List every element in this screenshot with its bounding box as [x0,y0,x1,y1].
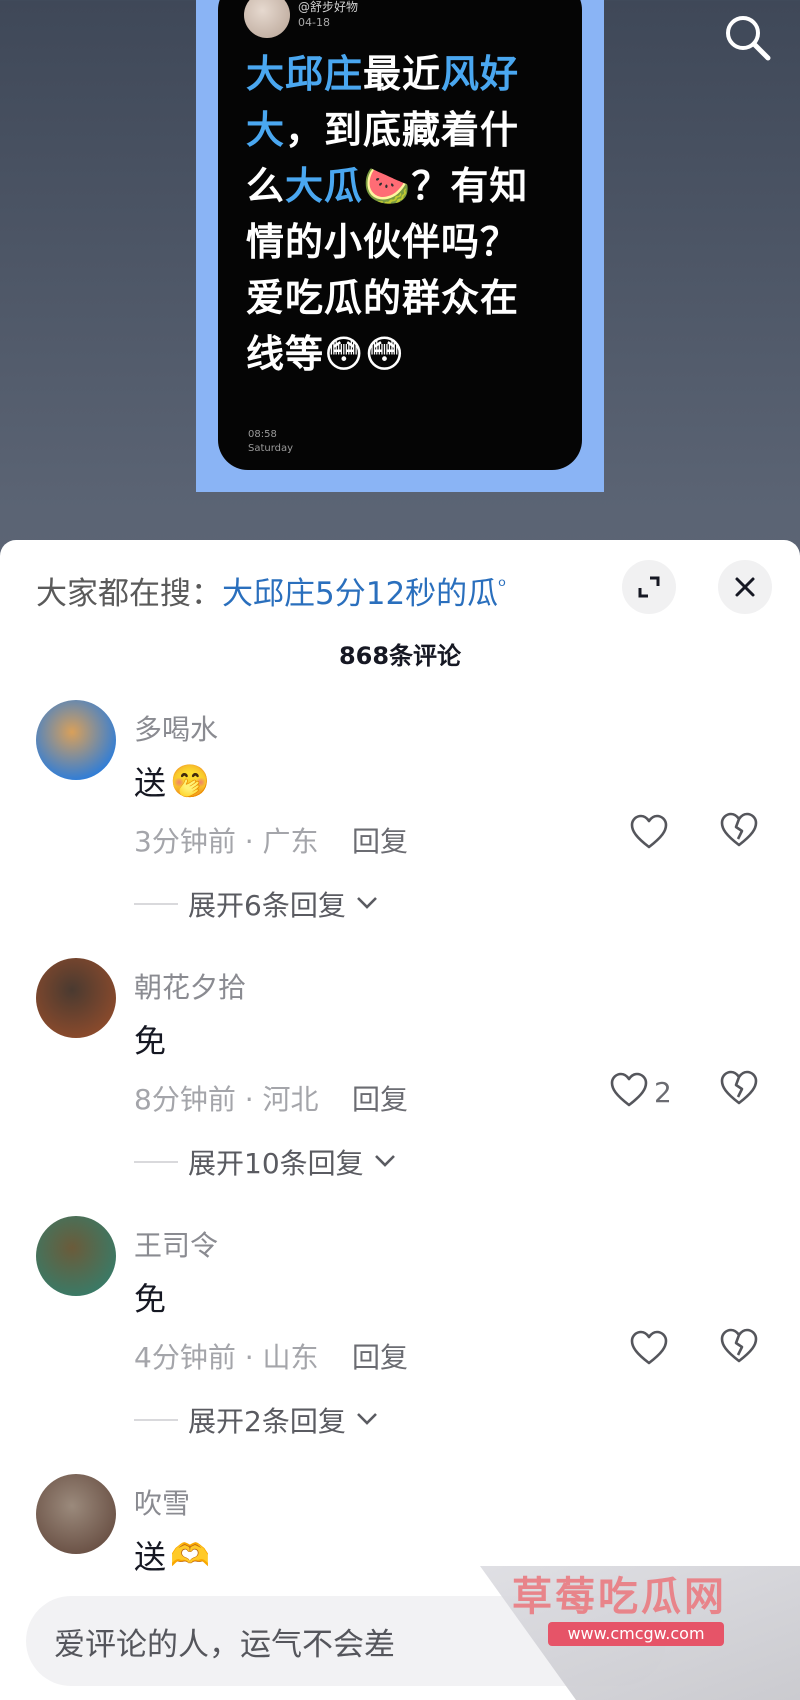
comment-text-body: 免 [134,1280,167,1318]
commenter-name[interactable]: 朝花夕拾 [134,966,246,1006]
comment-item: 朝花夕拾免 8分钟前 · 河北 回复 2 展开10条回复 [0,958,800,1216]
comment-text: 免 [134,1016,166,1062]
like-count: 2 [654,1075,672,1109]
post-text-segment: 最近 [363,52,442,96]
post-clock: 08:58 [248,429,277,440]
comment-meta: 3分钟前 · 广东 [134,825,319,858]
heart-icon [630,1330,668,1370]
commenter-avatar[interactable] [36,1474,116,1554]
comment-emoji: 🫶 [170,1536,210,1574]
broken-heart-icon [720,1070,758,1110]
comment-item: 王司令免 4分钟前 · 山东 回复 展开2条回复 [0,1216,800,1474]
comment-emoji: 🤭 [170,762,210,800]
commenter-name[interactable]: 吹雪 [134,1482,190,1522]
hot-search-magnifier-icon: ᵒ [498,573,507,598]
dislike-button[interactable] [720,1070,760,1114]
comment-text: 免 [134,1274,166,1320]
comment-count-title: 868条评论 [338,642,462,670]
like-button[interactable]: 2 [610,1070,672,1114]
dislike-button[interactable] [720,1328,760,1372]
post-author-avatar [244,0,290,38]
like-button[interactable] [630,1328,668,1372]
comment-text: 送 🤭 [134,758,210,804]
comment-input-placeholder: 爱评论的人，运气不会差 [54,1626,395,1663]
post-day: Saturday [248,443,294,454]
post-timestamp: 08:58 Saturday [248,428,293,456]
chevron-down-icon [374,1153,396,1172]
expand-replies-button[interactable]: 展开2条回复 [134,1400,378,1440]
commenter-avatar[interactable] [36,700,116,780]
post-date: 04-18 [298,16,330,29]
heart-icon [630,814,668,854]
expand-sheet-button[interactable] [622,560,676,614]
reply-button[interactable]: 回复 [352,1078,408,1118]
expand-replies-label: 展开6条回复 [188,889,346,922]
post-text-highlight: 大邱庄 [246,52,364,96]
expand-replies-button[interactable]: 展开10条回复 [134,1142,396,1182]
reply-button[interactable]: 回复 [352,1336,408,1376]
divider [134,903,178,905]
divider [134,1419,178,1421]
hot-search-prefix: 大家都在搜： [36,576,222,612]
like-button[interactable] [630,812,668,856]
post-author-handle: @舒步好物 [298,0,359,14]
commenter-avatar[interactable] [36,1216,116,1296]
hot-search-bar[interactable]: 大家都在搜：大邱庄5分12秒的瓜ᵒ [36,568,506,613]
commenter-name[interactable]: 多喝水 [134,708,218,748]
post-text: 大邱庄最近风好大，到底藏着什么大瓜🍉？有知情的小伙伴吗？爱吃瓜的群众在线等😳😳 [246,46,556,382]
dislike-button[interactable] [720,812,760,856]
chevron-down-icon [356,1411,378,1430]
expand-replies-label: 展开10条回复 [188,1147,364,1180]
expand-replies-label: 展开2条回复 [188,1405,346,1438]
divider [134,1161,178,1163]
comment-meta: 8分钟前 · 河北 [134,1083,319,1116]
expand-icon [638,576,660,598]
close-icon [735,577,755,597]
comment-sheet: 大家都在搜：大邱庄5分12秒的瓜ᵒ 868条评论 多喝水送 🤭 3分钟前 · 广东回… [0,540,800,1700]
comment-meta: 4分钟前 · 山东 [134,1341,319,1374]
broken-heart-icon [720,812,758,852]
close-sheet-button[interactable] [718,560,772,614]
watermark-logo-text: 草莓吃瓜网 [512,1574,727,1620]
video-area[interactable]: @舒步好物 04-18 大邱庄最近风好大，到底藏着什么大瓜🍉？有知情的小伙伴吗？… [0,0,800,540]
comment-item: 多喝水送 🤭 3分钟前 · 广东 回复 展开6条回复 [0,700,800,958]
search-icon[interactable] [722,12,774,64]
post-text-highlight: 大瓜 [285,164,364,208]
heart-icon [610,1072,648,1112]
chevron-down-icon [356,895,378,914]
hot-search-term[interactable]: 大邱庄5分12秒的瓜 [222,576,498,612]
comment-text-body: 免 [134,1022,167,1060]
comment-text-body: 送 [134,1538,167,1576]
watermark-url: www.cmcgw.com [548,1622,724,1646]
post-image-card: @舒步好物 04-18 大邱庄最近风好大，到底藏着什么大瓜🍉？有知情的小伙伴吗？… [218,0,582,470]
comment-text: 送 🫶 [134,1532,210,1578]
expand-replies-button[interactable]: 展开6条回复 [134,884,378,924]
commenter-avatar[interactable] [36,958,116,1038]
commenter-name[interactable]: 王司令 [134,1224,218,1264]
broken-heart-icon [720,1328,758,1368]
reply-button[interactable]: 回复 [352,820,408,860]
comment-text-body: 送 [134,764,167,802]
